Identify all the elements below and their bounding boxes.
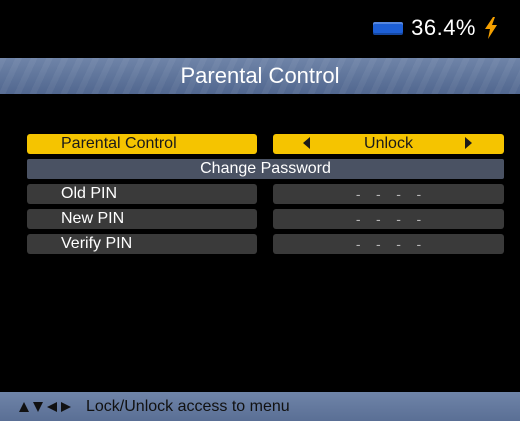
change-password-header-row: Change Password [27, 159, 504, 179]
verify-pin-field[interactable]: - - - - [273, 234, 504, 254]
change-password-header: Change Password [27, 159, 504, 179]
navigation-keys [18, 401, 72, 413]
page-title: Parental Control [180, 63, 340, 88]
arrow-down-icon [33, 401, 43, 412]
verify-pin-value: - - - - [355, 236, 422, 252]
verify-pin-label: Verify PIN [27, 234, 257, 254]
arrow-right-icon [61, 401, 71, 412]
arrow-left-icon[interactable] [303, 137, 310, 149]
screen: 36.4% Parental Control Parental Control … [0, 0, 520, 421]
arrow-right-icon[interactable] [465, 137, 472, 149]
help-text: Lock/Unlock access to menu [86, 397, 290, 415]
title-bar: Parental Control [0, 58, 520, 94]
new-pin-field[interactable]: - - - - [273, 209, 504, 229]
old-pin-value: - - - - [355, 186, 422, 202]
old-pin-field[interactable]: - - - - [273, 184, 504, 204]
parental-control-selector[interactable]: Unlock [273, 134, 504, 154]
verify-pin-row[interactable]: Verify PIN - - - - [27, 234, 504, 254]
battery-icon [373, 21, 404, 35]
new-pin-label: New PIN [27, 209, 257, 229]
new-pin-value: - - - - [355, 211, 422, 227]
arrow-up-icon [19, 401, 29, 412]
parental-control-value: Unlock [364, 135, 413, 152]
arrow-left-icon [47, 401, 57, 412]
old-pin-row[interactable]: Old PIN - - - - [27, 184, 504, 204]
new-pin-row[interactable]: New PIN - - - - [27, 209, 504, 229]
parental-control-row[interactable]: Parental Control Unlock [27, 134, 504, 154]
parental-control-label: Parental Control [27, 134, 257, 154]
lightning-bolt-icon [485, 17, 497, 39]
status-bar: 36.4% [373, 14, 498, 42]
battery-level: 36.4% [411, 15, 476, 40]
old-pin-label: Old PIN [27, 184, 257, 204]
help-bar: Lock/Unlock access to menu [0, 392, 520, 421]
